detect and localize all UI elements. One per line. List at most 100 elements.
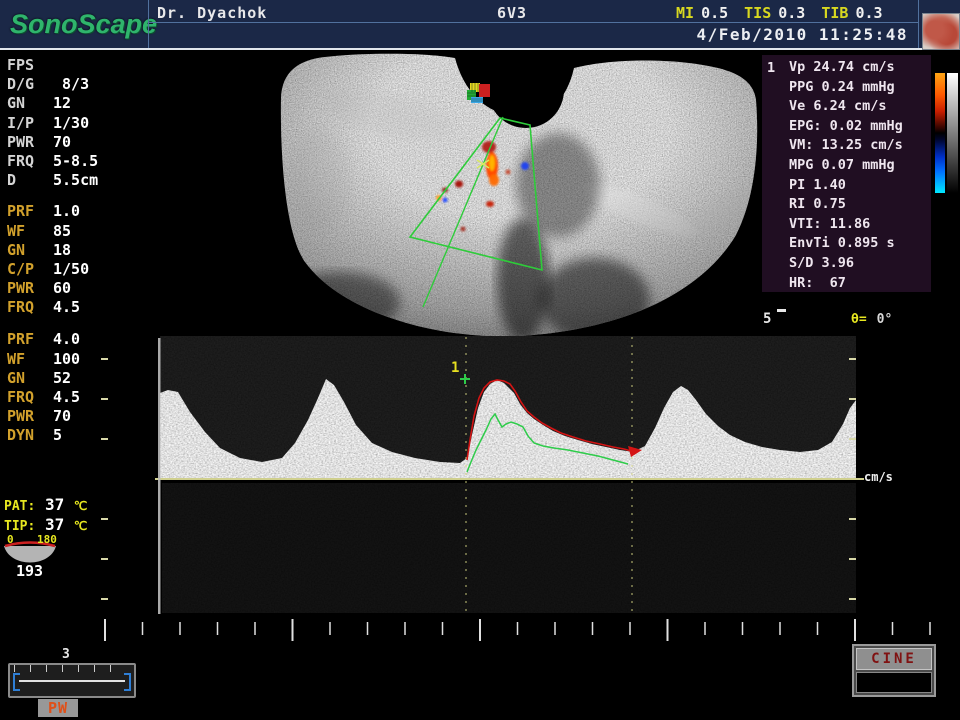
parameter-value: 4.5 — [53, 388, 80, 406]
index-value: 0.3 — [778, 4, 805, 22]
pat-label: PAT: — [4, 499, 35, 514]
cine-button[interactable]: CINE — [856, 648, 932, 670]
time-tick-minor — [142, 622, 144, 635]
time-tick-minor — [779, 622, 781, 635]
parameter-label: WF — [7, 222, 53, 240]
scrollbar-right-bracket[interactable] — [124, 673, 131, 691]
probe-angle-min: 0 — [7, 533, 14, 546]
acoustic-indices: MI0.5TIS0.3TIB0.3 — [676, 4, 883, 22]
parameter-row: DYN5 — [7, 426, 98, 445]
time-tick-minor — [217, 622, 219, 635]
time-tick-minor — [329, 622, 331, 635]
header-divider — [0, 48, 960, 50]
datetime: 4/Feb/2010 11:25:48 — [696, 25, 908, 44]
scrollbar-range-line[interactable] — [19, 680, 125, 682]
parameter-row: C/P1/50 — [7, 260, 98, 279]
parameter-row: D5.5cm — [7, 171, 98, 190]
right-axis-tick — [849, 558, 856, 560]
parameter-label: PWR — [7, 279, 53, 297]
parameter-row: PWR70 — [7, 407, 98, 426]
measurement-marker: 1 — [767, 60, 775, 76]
measurement-row: VM: 13.25 cm/s — [789, 137, 903, 157]
parameter-row: GN12 — [7, 94, 98, 113]
measurement-row: RI 0.75 — [789, 196, 903, 216]
measurement-row: EPG: 0.02 mmHg — [789, 118, 903, 138]
measurement-row: PPG 0.24 mmHg — [789, 79, 903, 99]
parameter-value: 4.0 — [53, 330, 80, 348]
parameter-value: 60 — [53, 279, 71, 297]
right-axis-tick — [849, 598, 856, 600]
parameter-group: FPSD/G 8/3GN12I/P1/30PWR70FRQ5-8.5D5.5cm — [7, 56, 98, 190]
parameter-label: PRF — [7, 330, 53, 348]
measurement-row: VTI: 11.86 — [789, 216, 903, 236]
angle-correction-readout: θ= 0° — [851, 312, 892, 327]
time-tick-major — [667, 619, 669, 641]
cine-widget: CINE — [852, 644, 936, 697]
index-value: 0.3 — [855, 4, 882, 22]
probe-model: 6V3 — [497, 4, 527, 22]
scrollbar-ruler — [14, 665, 126, 672]
parameter-value: 70 — [53, 407, 71, 425]
index-value: 0.5 — [701, 4, 728, 22]
bmode-fan-image — [270, 45, 772, 345]
parameter-row: PWR60 — [7, 279, 98, 298]
measurement-row: Vp 24.74 cm/s — [789, 59, 903, 79]
velocity-unit-label: cm/s — [864, 470, 893, 484]
right-axis-tick — [849, 438, 856, 440]
pat-value: 37 — [35, 495, 74, 514]
exam-thumbnail[interactable] — [922, 13, 960, 50]
pat-unit: ℃ — [74, 499, 87, 513]
parameter-group-gap — [7, 317, 98, 330]
time-tick-minor — [892, 622, 894, 635]
parameter-group: PRF4.0WF100GN52FRQ4.5PWR70DYN5 — [7, 330, 98, 445]
mode-indicator-pw[interactable]: PW — [38, 699, 78, 717]
parameter-group-gap — [7, 190, 98, 202]
tip-value: 37 — [35, 515, 74, 534]
parameter-label: FRQ — [7, 152, 53, 170]
parameter-value: 1.0 — [53, 202, 80, 220]
spectral-baseline — [155, 478, 864, 480]
parameter-row: I/P1/30 — [7, 114, 98, 133]
parameter-group: PRF1.0WF85GN18C/P1/50PWR60FRQ4.5 — [7, 202, 98, 317]
measurement-row: PI 1.40 — [789, 177, 903, 197]
cine-scrollbar[interactable] — [8, 663, 136, 698]
time-tick-minor — [517, 622, 519, 635]
parameter-value: 12 — [53, 94, 71, 112]
measurement-row: EnvTi 0.895 s — [789, 235, 903, 255]
time-tick-minor — [929, 622, 931, 635]
time-tick-minor — [629, 622, 631, 635]
sweep-cursor — [158, 338, 161, 614]
time-tick-minor — [704, 622, 706, 635]
parameter-value: 100 — [53, 350, 80, 368]
parameter-label: GN — [7, 94, 53, 112]
time-tick-major — [854, 619, 856, 641]
parameter-row: FPS — [7, 56, 98, 75]
time-tick-minor — [367, 622, 369, 635]
parameter-value: 5.5cm — [53, 171, 98, 189]
probe-angle-max: 180 — [37, 533, 57, 546]
parameter-label: PRF — [7, 202, 53, 220]
left-axis-tick — [101, 518, 108, 520]
time-tick-minor — [742, 622, 744, 635]
time-tick-major — [104, 619, 106, 641]
parameter-row: PRF1.0 — [7, 202, 98, 221]
time-tick-minor — [592, 622, 594, 635]
parameter-value: 85 — [53, 222, 71, 240]
beat-marker-label: 1 — [451, 360, 459, 376]
parameter-value: 70 — [53, 133, 71, 151]
angle-value: 0° — [877, 312, 893, 327]
scrollbar-left-bracket[interactable] — [13, 673, 20, 691]
angle-label: θ= — [851, 312, 867, 327]
index-label: TIS — [744, 4, 771, 22]
acoustic-index: MI0.5 — [676, 4, 728, 22]
tip-unit: ℃ — [74, 519, 87, 533]
time-tick-minor — [817, 622, 819, 635]
measurement-row: MPG 0.07 mmHg — [789, 157, 903, 177]
acoustic-index: TIB0.3 — [821, 4, 882, 22]
measurement-row: HR: 67 — [789, 275, 903, 295]
parameter-value: 18 — [53, 241, 71, 259]
tip-temp-row: TIP: 37 ℃ — [4, 515, 87, 534]
parameter-label: DYN — [7, 426, 53, 444]
left-axis-tick — [101, 438, 108, 440]
parameter-value: 4.5 — [53, 298, 80, 316]
